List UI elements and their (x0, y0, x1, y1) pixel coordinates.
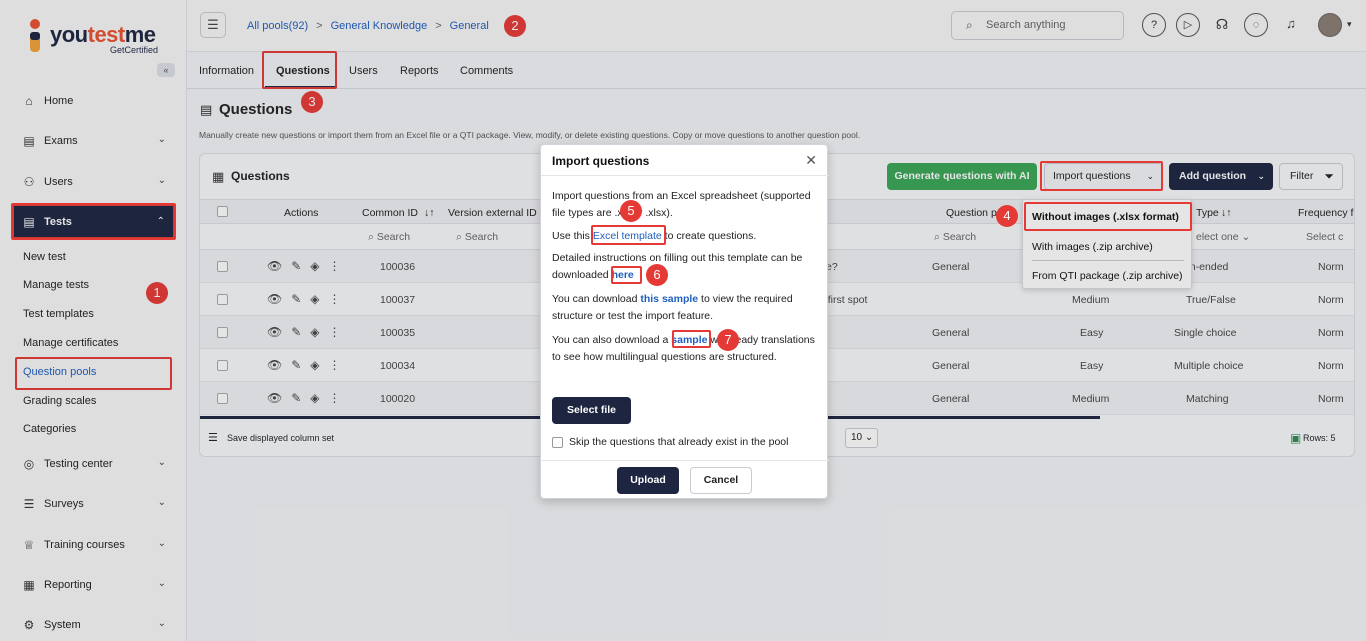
step-badge: 7 (717, 329, 739, 351)
highlight-here-link (611, 266, 642, 284)
modal-instructions-text: Detailed instructions on filling out thi… (552, 252, 803, 281)
highlight-import-button (1040, 161, 1163, 191)
import-questions-dialog: Import questions ✕ Import questions from… (540, 144, 829, 499)
modal-divider (541, 460, 829, 461)
modal-intro-text: Import questions from an Excel spreadshe… (552, 190, 811, 219)
step-badge: 4 (996, 205, 1018, 227)
skip-existing-label[interactable]: Skip the questions that already exist in… (569, 436, 788, 448)
highlight-tests (11, 203, 176, 240)
highlight-excel-template (591, 225, 666, 245)
select-file-button[interactable]: Select file (552, 397, 631, 424)
upload-button[interactable]: Upload (617, 467, 679, 494)
modal-title: Import questions (552, 154, 650, 168)
this-sample-link[interactable]: this sample (640, 293, 698, 305)
close-icon[interactable]: ✕ (805, 152, 817, 169)
highlight-sample-link (672, 330, 711, 348)
cancel-button[interactable]: Cancel (690, 467, 752, 494)
modal-sample-text: You can download this sample to view the… (552, 293, 793, 322)
highlight-without-images (1024, 202, 1192, 231)
step-badge: 5 (620, 200, 642, 222)
skip-existing-checkbox[interactable] (552, 437, 563, 448)
modal-divider (541, 175, 829, 176)
step-badge: 6 (646, 264, 668, 286)
